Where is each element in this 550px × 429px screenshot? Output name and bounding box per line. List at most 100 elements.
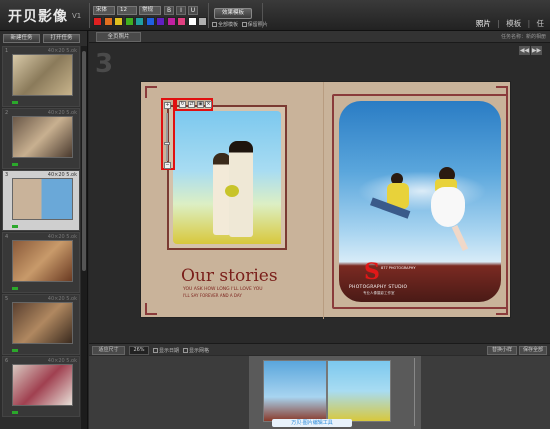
album-subtitle: YOU ASK HOW LONG I'LL LOVE YOU <box>183 287 263 292</box>
wedding-photo-left[interactable] <box>173 111 281 244</box>
wedding-photo-right[interactable]: S 877 PHOTOGRAPHY PHOTOGRAPHY STUDIO 专业人… <box>339 101 501 302</box>
zoom-in-icon[interactable]: + <box>164 102 171 109</box>
photo-frame-left[interactable] <box>167 105 287 250</box>
canvas-status-bar: 适应尺寸 26% 显示日期 显示网格 替换小样 保存全部 <box>89 343 550 355</box>
style-select[interactable]: 常规 <box>139 6 161 15</box>
thumbnail-image <box>12 116 73 158</box>
save-all-button[interactable]: 保存全部 <box>519 346 547 355</box>
show-date-checkbox[interactable] <box>153 348 158 353</box>
status-marker <box>12 101 18 104</box>
app-version: V1 <box>72 12 82 20</box>
font-select[interactable]: 宋体 <box>93 6 115 15</box>
keep-photo-label: 保留照片 <box>247 22 268 28</box>
toolbar-divider <box>208 3 209 28</box>
italic-button[interactable]: I <box>176 6 186 15</box>
top-tabs: 照片 | 模板 | 任 <box>472 18 544 29</box>
color-swatch[interactable] <box>198 17 207 26</box>
color-swatch[interactable] <box>177 17 186 26</box>
color-swatch[interactable] <box>114 17 123 26</box>
bride-leg <box>451 224 469 252</box>
studio-name: PHOTOGRAPHY STUDIO <box>349 285 408 290</box>
all-frames-label: 全部模板 <box>218 22 239 28</box>
studio-tagline: 877 PHOTOGRAPHY <box>381 266 416 270</box>
color-swatch[interactable] <box>156 17 165 26</box>
zoom-level[interactable]: 26% <box>129 346 149 355</box>
thumbnail-index: 2 <box>5 110 9 116</box>
thumbnail-image <box>12 240 73 282</box>
page-thumbnail[interactable]: 2 40×20 5.ok <box>2 108 80 169</box>
rotate-icon[interactable]: ↻ <box>179 101 186 108</box>
open-task-button[interactable]: 打开任务 <box>43 34 80 43</box>
fit-size-button[interactable]: 适应尺寸 <box>92 346 125 355</box>
tab-divider: | <box>527 19 531 28</box>
page-thumbnail[interactable]: 6 40×20 5.ok <box>2 356 80 417</box>
zoom-out-icon[interactable]: − <box>164 162 171 169</box>
show-date-label: 显示日期 <box>159 348 180 354</box>
color-swatch[interactable] <box>135 17 144 26</box>
size-select[interactable]: 12 <box>117 6 137 15</box>
scrollbar-thumb[interactable] <box>82 51 86 271</box>
right-page: S 877 PHOTOGRAPHY PHOTOGRAPHY STUDIO 专业人… <box>323 82 512 319</box>
photo-frame-right[interactable]: S 877 PHOTOGRAPHY PHOTOGRAPHY STUDIO 专业人… <box>332 94 508 309</box>
keep-photo-checkbox[interactable] <box>241 22 247 27</box>
thumbnail-image <box>12 54 73 96</box>
page-thumbnail[interactable]: 1 40×20 5.ok <box>2 46 80 107</box>
film-divider <box>414 358 415 426</box>
show-grid-checkbox[interactable] <box>183 348 188 353</box>
color-swatch[interactable] <box>124 17 134 26</box>
flip-icon[interactable]: ⇄ <box>188 101 195 108</box>
bouquet <box>225 185 239 197</box>
all-frames-checkbox[interactable] <box>212 22 217 27</box>
thumbnail-index: 5 <box>5 296 9 302</box>
page-navigation: ◀◀ ▶▶ <box>518 46 544 55</box>
color-swatch[interactable] <box>103 17 113 26</box>
album-subtitle-2: I'LL SAY FOREVER AND A DAY <box>183 293 242 298</box>
left-panel: 新建任务 打开任务 1 40×20 5.ok 2 40×20 5.ok 3 40… <box>0 31 88 429</box>
film-caption: 万贝·图片编辑工具 <box>272 419 352 427</box>
tab-photos[interactable]: 照片 <box>476 19 491 28</box>
page-thumbnail-selected[interactable]: 3 40×20 5.ok <box>2 170 80 231</box>
album-spread[interactable]: + − ↻ ⇄ ▣ × Our stories YOU ASK HOW LONG… <box>140 81 512 319</box>
color-swatch[interactable] <box>166 17 176 26</box>
crop-icon[interactable]: ▣ <box>197 101 204 108</box>
toolbar-divider <box>89 3 90 28</box>
studio-logo-letter: S <box>364 259 380 285</box>
left-page: + − ↻ ⇄ ▣ × Our stories YOU ASK HOW LONG… <box>141 82 323 319</box>
new-task-button[interactable]: 新建任务 <box>3 34 40 43</box>
zoom-slider-handle[interactable] <box>164 142 170 145</box>
corner-ornament <box>145 86 157 98</box>
status-marker <box>12 287 18 290</box>
bold-button[interactable]: B <box>164 6 174 15</box>
template-options: 全部模板 保留照片 <box>212 21 268 28</box>
page-thumbnail-list: 1 40×20 5.ok 2 40×20 5.ok 3 40×20 5.ok 4… <box>2 46 80 429</box>
color-swatch[interactable] <box>145 17 155 26</box>
color-swatch[interactable] <box>93 17 102 26</box>
corner-ornament <box>145 303 157 315</box>
tab-templates[interactable]: 模板 <box>506 19 521 28</box>
replace-sample-button[interactable]: 替换小样 <box>487 346 517 355</box>
page-thumbnail[interactable]: 5 40×20 5.ok <box>2 294 80 355</box>
color-swatch[interactable] <box>187 17 197 26</box>
bride-figure <box>421 165 477 252</box>
prev-page-icon[interactable]: ◀◀ <box>519 46 530 55</box>
page-thumbnail[interactable]: 4 40×20 5.ok <box>2 232 80 293</box>
toolbar-divider <box>262 3 263 28</box>
status-marker <box>12 411 18 414</box>
film-thumbnail[interactable] <box>327 360 391 422</box>
album-title[interactable]: Our stories <box>181 266 278 286</box>
tab-more[interactable]: 任 <box>537 19 545 28</box>
underline-button[interactable]: U <box>188 6 198 15</box>
tab-full-page-photo[interactable]: 全页照片 <box>96 32 141 42</box>
show-grid-option: 显示网格 <box>183 347 209 354</box>
next-page-icon[interactable]: ▶▶ <box>531 46 542 55</box>
delete-icon[interactable]: × <box>205 101 212 108</box>
thumbnail-index: 3 <box>5 172 9 178</box>
zoom-slider-track[interactable] <box>166 113 168 161</box>
bride-dress <box>431 187 465 227</box>
top-toolbar: 开贝影像 V1 宋体 12 常规 B I U 效果模板 全部模板 保留照片 照片… <box>0 0 550 31</box>
app-logo: 开贝影像 <box>8 9 68 25</box>
film-thumbnail[interactable] <box>263 360 327 422</box>
couple-figure <box>359 163 489 263</box>
effect-template-button[interactable]: 效果模板 <box>214 8 252 19</box>
thumbnail-image <box>12 178 73 220</box>
